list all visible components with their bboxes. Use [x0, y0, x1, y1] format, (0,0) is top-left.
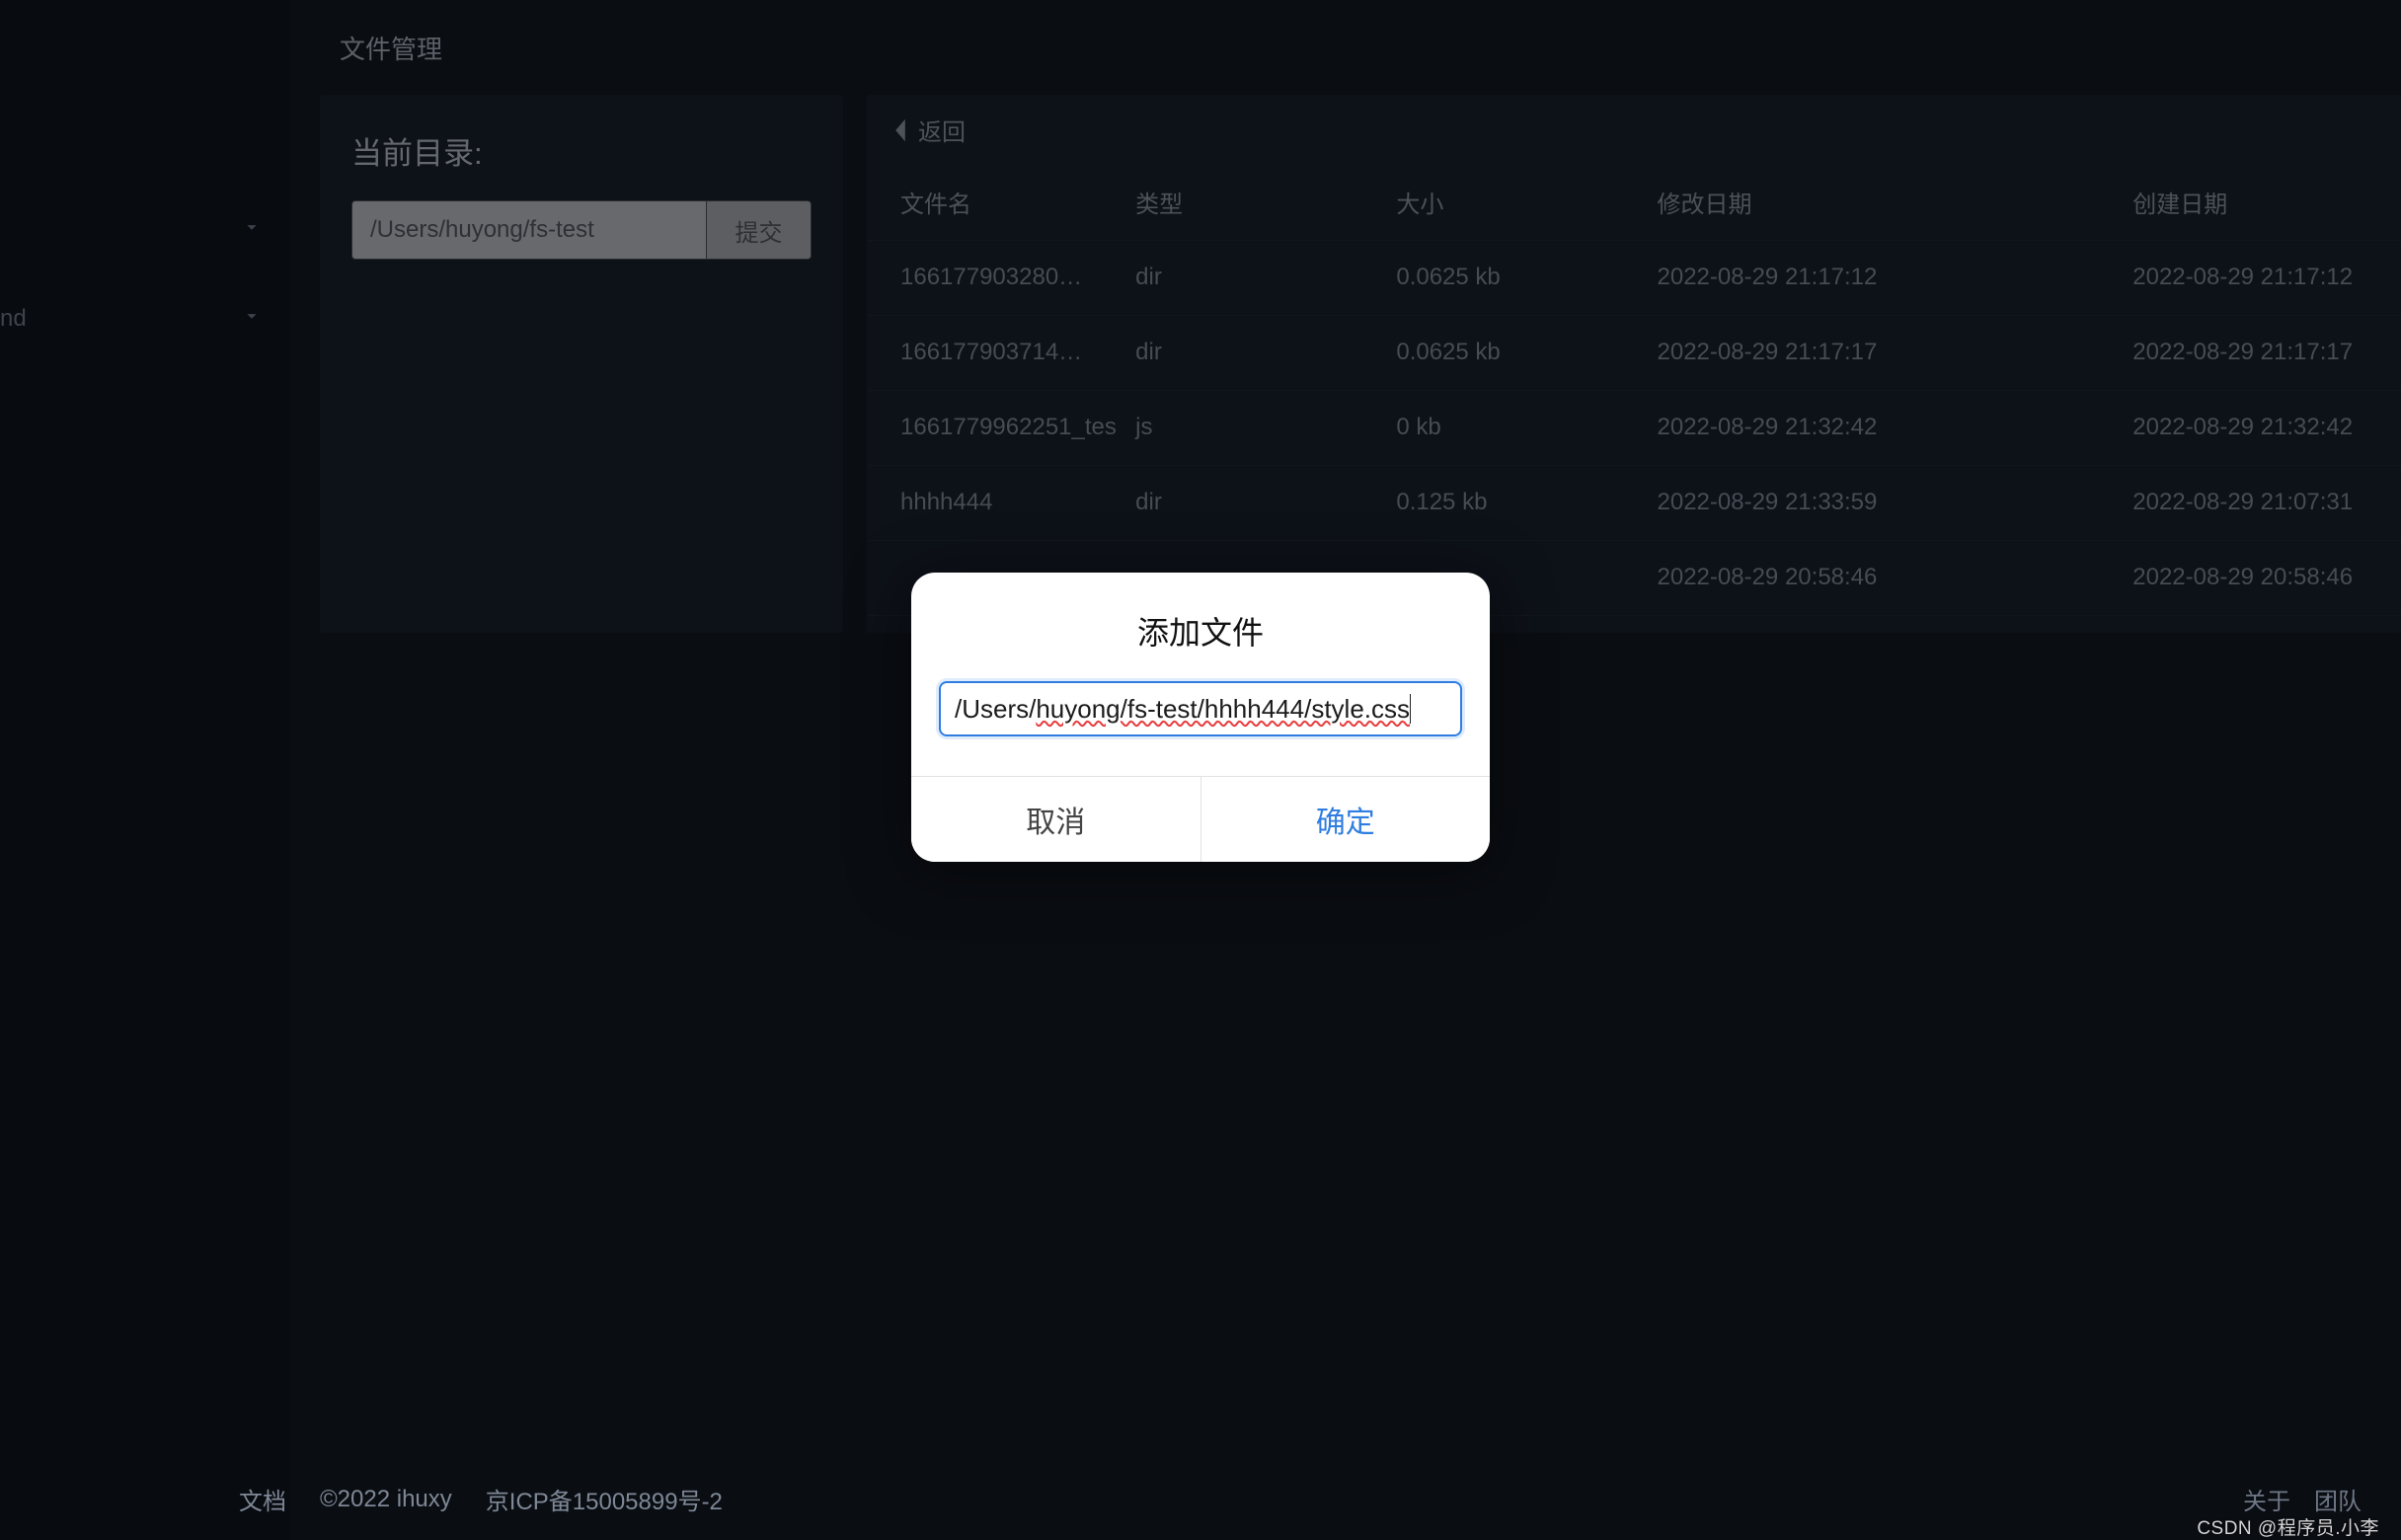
- text-caret: [1410, 694, 1411, 724]
- ok-button[interactable]: 确定: [1200, 777, 1491, 862]
- add-file-modal: 添加文件 /Users/huyong/fs-test/hhhh444/style…: [911, 573, 1490, 862]
- footer-icp[interactable]: 京ICP备15005899号-2: [486, 1482, 723, 1516]
- footer-right-links[interactable]: 关于 团队: [2243, 1482, 2362, 1516]
- cancel-button[interactable]: 取消: [911, 777, 1200, 862]
- modal-title: 添加文件: [911, 573, 1490, 681]
- modal-actions: 取消 确定: [911, 776, 1490, 862]
- watermark: CSDN @程序员.小李: [2197, 1513, 2379, 1540]
- input-text-squiggle: huyong/fs-test/hhhh444/style.css: [1036, 694, 1410, 725]
- footer-docs[interactable]: 文档: [239, 1482, 286, 1516]
- modal-overlay[interactable]: 添加文件 /Users/huyong/fs-test/hhhh444/style…: [0, 0, 2401, 1540]
- input-text-plain: /Users/: [955, 694, 1036, 725]
- add-file-input[interactable]: /Users/huyong/fs-test/hhhh444/style.css: [939, 681, 1462, 736]
